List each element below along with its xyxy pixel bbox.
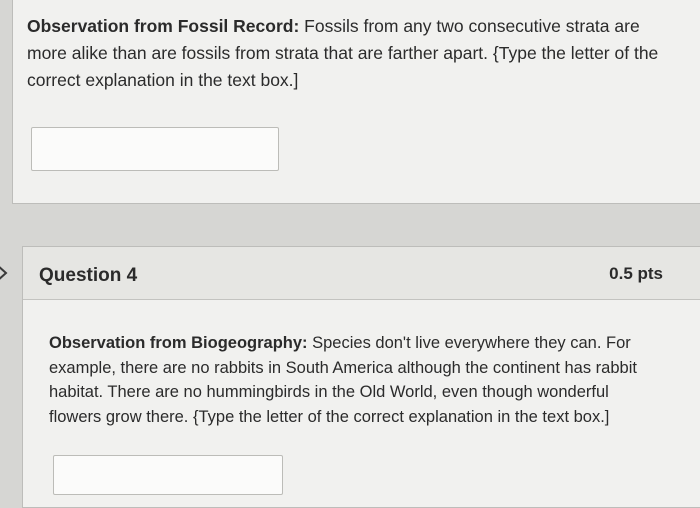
question-3-answer-input[interactable] <box>31 127 279 171</box>
question-4-header: Question 4 0.5 pts <box>23 247 700 300</box>
question-4-card: Question 4 0.5 pts Observation from Biog… <box>22 246 700 508</box>
chevron-right-icon[interactable] <box>0 262 12 284</box>
question-points: 0.5 pts <box>609 264 663 283</box>
question-4-label: Observation from Biogeography: <box>49 334 308 352</box>
question-3-text: Observation from Fossil Record: Fossils … <box>27 13 667 94</box>
question-4-answer-input[interactable] <box>53 455 283 495</box>
question-3-card: Observation from Fossil Record: Fossils … <box>12 0 700 204</box>
question-3-label: Observation from Fossil Record: <box>27 16 300 36</box>
question-4-text: Observation from Biogeography: Species d… <box>49 331 649 429</box>
question-title: Question 4 <box>39 265 138 286</box>
